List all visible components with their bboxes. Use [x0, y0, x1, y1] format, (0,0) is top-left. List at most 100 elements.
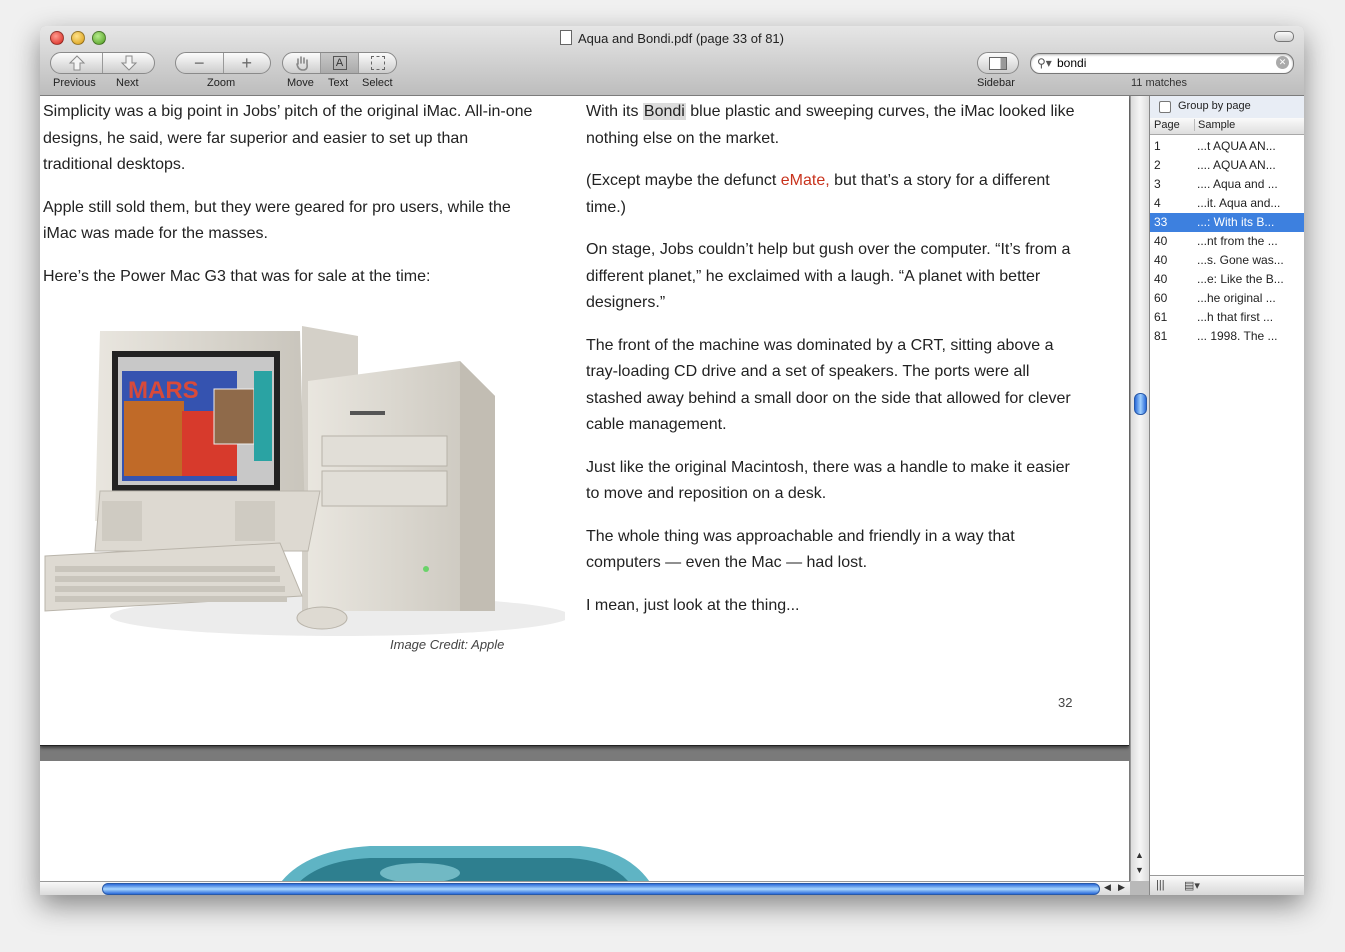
group-by-page-checkbox[interactable]	[1159, 101, 1171, 113]
result-row[interactable]: 81 ... 1998. The ...	[1150, 327, 1304, 346]
move-label: Move	[287, 77, 314, 89]
text-cursor-icon: A	[332, 56, 347, 70]
paragraph: Here’s the Power Mac G3 that was for sal…	[43, 267, 431, 285]
sidebar-button[interactable]	[978, 53, 1018, 73]
next-pdf-page	[40, 761, 1129, 881]
pdf-page: Simplicity was a big point in Jobs’ pitc…	[40, 96, 1129, 746]
result-page: 1	[1154, 139, 1161, 153]
document-view[interactable]: Simplicity was a big point in Jobs’ pitc…	[40, 96, 1130, 881]
result-page: 40	[1154, 272, 1168, 286]
tool-mode-control: A	[282, 52, 397, 74]
result-row[interactable]: 4 ...it. Aqua and...	[1150, 194, 1304, 213]
scroll-left-arrow-icon[interactable]: ◀	[1104, 882, 1111, 893]
select-label: Select	[362, 77, 393, 89]
down-arrow-icon	[120, 55, 137, 71]
plus-icon: +	[241, 52, 252, 73]
group-by-page-option[interactable]: Group by page	[1150, 96, 1304, 119]
page-column-header[interactable]: Page	[1154, 119, 1180, 131]
pdf-document-icon	[560, 30, 572, 45]
result-row[interactable]: 40 ...e: Like the B...	[1150, 270, 1304, 289]
sample-column-header[interactable]: Sample	[1194, 119, 1235, 131]
paragraph: Just like the original Macintosh, there …	[586, 458, 1070, 503]
result-row[interactable]: 40 ...nt from the ...	[1150, 232, 1304, 251]
vertical-scroll-thumb[interactable]	[1134, 393, 1147, 415]
paragraph: On stage, Jobs couldn’t help but gush ov…	[586, 241, 1071, 311]
result-page: 81	[1154, 329, 1168, 343]
result-sample: ...he original ...	[1197, 291, 1276, 305]
toolbar: Aqua and Bondi.pdf (page 33 of 81) Previ…	[40, 26, 1304, 96]
search-highlight: Bondi	[642, 103, 686, 120]
result-sample: ...nt from the ...	[1197, 234, 1278, 248]
text-tool-button[interactable]: A	[320, 53, 358, 73]
zoom-out-button[interactable]: −	[176, 53, 223, 73]
match-count: 11 matches	[1131, 77, 1188, 89]
preview-window: Aqua and Bondi.pdf (page 33 of 81) Previ…	[40, 26, 1304, 895]
resize-column-icon[interactable]: |||	[1156, 879, 1165, 891]
right-column: With its Bondi blue plastic and sweeping…	[586, 99, 1076, 635]
zoom-control: − +	[175, 52, 271, 74]
sidebar-toggle	[977, 52, 1019, 74]
result-page: 2	[1154, 158, 1161, 172]
up-arrow-icon	[68, 55, 85, 71]
result-row[interactable]: 40 ...s. Gone was...	[1150, 251, 1304, 270]
search-input[interactable]	[1057, 55, 1267, 71]
navigation-control	[50, 52, 155, 74]
view-options-icon[interactable]: ▤▾	[1184, 879, 1200, 892]
minus-icon: −	[193, 52, 205, 73]
result-sample: ...e: Like the B...	[1197, 272, 1284, 286]
result-page: 4	[1154, 196, 1161, 210]
previous-label: Previous	[53, 77, 96, 89]
next-button[interactable]	[102, 53, 154, 73]
left-column: Simplicity was a big point in Jobs’ pitc…	[43, 99, 533, 306]
paragraph: The front of the machine was dominated b…	[586, 336, 1071, 434]
result-sample: .... Aqua and ...	[1197, 177, 1278, 191]
previous-button[interactable]	[51, 53, 102, 73]
paragraph: I mean, just look at the thing...	[586, 596, 800, 614]
sidebar-icon	[989, 56, 1007, 70]
search-field[interactable]: ⚲▾ ✕	[1030, 53, 1294, 74]
hand-icon	[295, 56, 308, 71]
next-label: Next	[116, 77, 139, 89]
search-icon: ⚲▾	[1037, 56, 1052, 70]
sidebar-label: Sidebar	[977, 77, 1015, 89]
marquee-icon	[370, 56, 385, 70]
vertical-scrollbar[interactable]: ▲ ▼	[1130, 96, 1149, 881]
result-row[interactable]: 61 ...h that first ...	[1150, 308, 1304, 327]
scroll-right-arrow-icon[interactable]: ▶	[1118, 882, 1125, 893]
paragraph: The whole thing was approachable and fri…	[586, 527, 1015, 572]
paragraph: Simplicity was a big point in Jobs’ pitc…	[43, 103, 533, 173]
result-sample: ...t AQUA AN...	[1197, 139, 1276, 153]
result-sample: ...it. Aqua and...	[1197, 196, 1281, 210]
result-row[interactable]: 60 ...he original ...	[1150, 289, 1304, 308]
result-page: 3	[1154, 177, 1161, 191]
scroll-up-arrow-icon[interactable]: ▲	[1135, 850, 1144, 860]
paragraph: (Except maybe the defunct eMate, but tha…	[586, 172, 1050, 216]
image-credit-caption: Image Credit: Apple	[390, 637, 505, 652]
horizontal-scrollbar[interactable]: ◀ ▶	[40, 881, 1130, 895]
result-row[interactable]: 3 .... Aqua and ...	[1150, 175, 1304, 194]
page-number: 32	[1058, 695, 1073, 710]
power-mac-g3-photo: MARS	[44, 326, 565, 636]
result-sample: ...s. Gone was...	[1197, 253, 1284, 267]
sidebar-bottom-bar: ||| ▤▾	[1150, 875, 1304, 895]
zoom-label: Zoom	[207, 77, 236, 89]
result-page: 60	[1154, 291, 1168, 305]
move-tool-button[interactable]	[283, 53, 320, 73]
select-tool-button[interactable]	[358, 53, 396, 73]
result-page: 33	[1154, 215, 1168, 229]
scroll-down-arrow-icon[interactable]: ▼	[1135, 865, 1144, 875]
result-row[interactable]: 2 .... AQUA AN...	[1150, 156, 1304, 175]
result-page: 40	[1154, 253, 1168, 267]
result-sample: ... 1998. The ...	[1197, 329, 1278, 343]
result-sample: ...h that first ...	[1197, 310, 1274, 324]
horizontal-scroll-thumb[interactable]	[102, 883, 1100, 895]
clear-search-icon[interactable]: ✕	[1276, 56, 1289, 69]
zoom-in-button[interactable]: +	[222, 52, 271, 73]
emate-link[interactable]: eMate,	[781, 172, 830, 189]
result-row[interactable]: 1 ...t AQUA AN...	[1150, 137, 1304, 156]
search-results-sidebar: Group by page Page Sample 1 ...t AQUA AN.…	[1149, 96, 1304, 895]
results-table-header: Page Sample	[1150, 118, 1304, 135]
imac-photo-partial	[282, 846, 649, 881]
toolbar-toggle-button[interactable]	[1274, 31, 1294, 42]
result-row[interactable]: 33 ...: With its B...	[1150, 213, 1304, 232]
